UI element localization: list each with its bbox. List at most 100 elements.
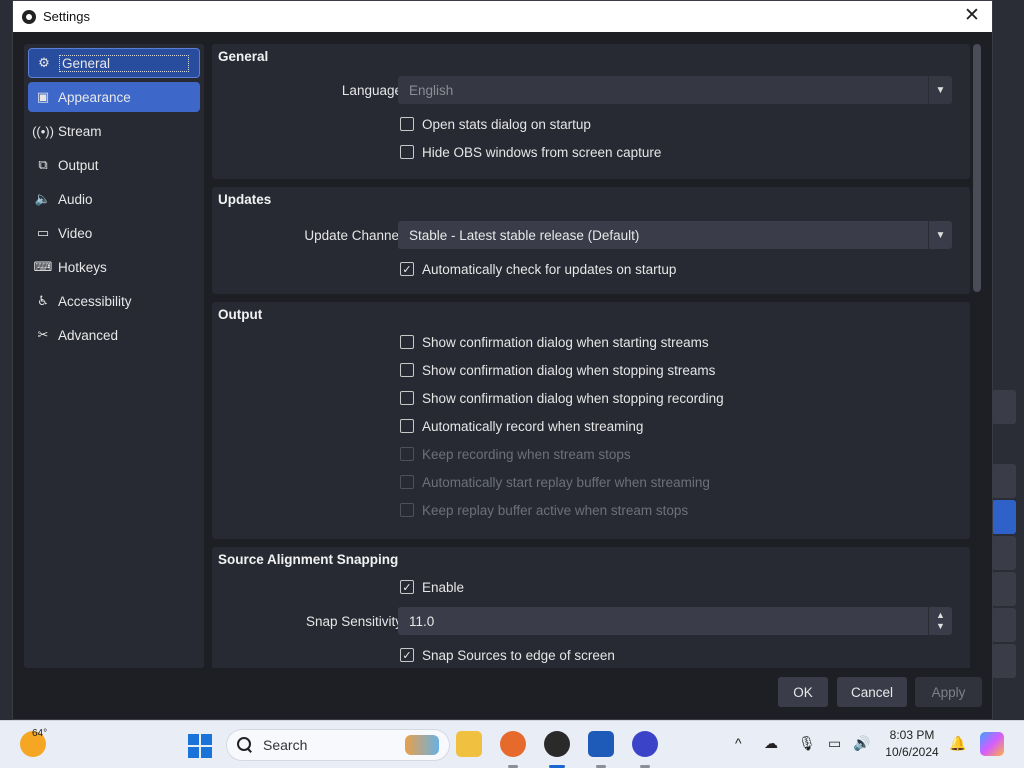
sidebar-item-label: Output bbox=[58, 157, 99, 173]
confirm-stop-recording-checkbox[interactable]: Show confirmation dialog when stopping r… bbox=[400, 391, 724, 406]
sidebar-item-label: Video bbox=[58, 225, 93, 241]
checkbox-label: Show confirmation dialog when stopping r… bbox=[422, 390, 724, 406]
broadcast-icon: ((•)) bbox=[32, 123, 54, 139]
windows-start-icon[interactable] bbox=[188, 734, 212, 758]
firefox-icon[interactable] bbox=[500, 731, 526, 768]
sidebar-item-audio[interactable]: 🔈 Audio bbox=[28, 184, 200, 214]
sidebar-item-label: Appearance bbox=[58, 89, 131, 105]
chevron-up-icon[interactable]: ^ bbox=[735, 735, 742, 751]
search-icon bbox=[237, 737, 253, 753]
obs-studio-icon[interactable] bbox=[544, 731, 570, 768]
cancel-button[interactable]: Cancel bbox=[837, 677, 907, 707]
weather-temperature: 64° bbox=[32, 728, 48, 739]
auto-replay-buffer-checkbox: Automatically start replay buffer when s… bbox=[400, 475, 710, 490]
snapping-group: Source Alignment Snapping ✓ Enable Snap … bbox=[212, 547, 970, 668]
snap-sensitivity-value: 11.0 bbox=[409, 613, 435, 629]
checkbox-label: Enable bbox=[422, 579, 465, 595]
sidebar-item-output[interactable]: ⧉ Output bbox=[28, 150, 200, 180]
checkbox-box bbox=[400, 117, 414, 131]
checkbox-box bbox=[400, 335, 414, 349]
close-icon[interactable]: ✕ bbox=[960, 4, 984, 28]
group-title: General bbox=[218, 49, 269, 64]
sidebar-item-appearance[interactable]: ▣ Appearance bbox=[28, 82, 200, 112]
update-channel-label: Update Channel bbox=[304, 227, 402, 243]
background-dropdown bbox=[992, 390, 1016, 424]
sidebar-item-stream[interactable]: ((•)) Stream bbox=[28, 116, 200, 146]
checkmark-icon: ✓ bbox=[400, 648, 414, 662]
snapping-enable-checkbox[interactable]: ✓ Enable bbox=[400, 580, 464, 595]
chevron-down-icon: ▼ bbox=[928, 221, 952, 249]
notification-bell-icon[interactable]: 🔔 bbox=[949, 735, 966, 752]
snap-sensitivity-label: Snap Sensitivity bbox=[305, 613, 402, 629]
sidebar-item-video[interactable]: ▭ Video bbox=[28, 218, 200, 248]
copilot-icon[interactable] bbox=[980, 732, 1004, 756]
speaker-icon: 🔈 bbox=[34, 191, 52, 206]
content-scrollbar[interactable] bbox=[972, 44, 982, 668]
network-icon[interactable]: ▭ bbox=[828, 735, 841, 752]
background-control bbox=[992, 464, 1016, 498]
checkbox-box bbox=[400, 419, 414, 433]
auto-record-checkbox[interactable]: Automatically record when streaming bbox=[400, 419, 643, 434]
hide-obs-checkbox[interactable]: Hide OBS windows from screen capture bbox=[400, 145, 661, 160]
update-channel-select[interactable]: Stable - Latest stable release (Default)… bbox=[398, 221, 952, 249]
background-settings-button bbox=[992, 536, 1016, 570]
update-channel-value: Stable - Latest stable release (Default) bbox=[409, 227, 640, 243]
window-title: Settings bbox=[43, 9, 90, 24]
spin-buttons[interactable]: ▲ ▼ bbox=[928, 607, 952, 635]
chevron-down-icon[interactable]: ▼ bbox=[936, 621, 945, 632]
system-clock[interactable]: 8:03 PM 10/6/2024 bbox=[880, 727, 944, 761]
title-bar: Settings ✕ bbox=[13, 1, 992, 32]
sidebar-item-hotkeys[interactable]: ⌨ Hotkeys bbox=[28, 252, 200, 282]
background-window-left bbox=[0, 0, 12, 720]
group-title: Output bbox=[218, 307, 263, 322]
checkbox-label: Keep recording when stream stops bbox=[422, 446, 631, 462]
microphone-icon[interactable]: 🎙 bbox=[798, 735, 816, 752]
palette-icon: ▣ bbox=[36, 89, 50, 104]
search-highlight-image bbox=[405, 735, 439, 755]
checkbox-box bbox=[400, 391, 414, 405]
checkmark-icon: ✓ bbox=[400, 580, 414, 594]
output-icon: ⧉ bbox=[38, 157, 48, 172]
checkbox-label: Automatically start replay buffer when s… bbox=[422, 474, 710, 490]
language-label: Language bbox=[341, 82, 402, 98]
file-explorer-icon[interactable] bbox=[456, 731, 482, 757]
monitor-icon: ▭ bbox=[36, 225, 50, 240]
confirm-stop-stream-checkbox[interactable]: Show confirmation dialog when stopping s… bbox=[400, 363, 715, 378]
volume-icon[interactable]: 🔊 bbox=[853, 735, 870, 752]
open-stats-checkbox[interactable]: Open stats dialog on startup bbox=[400, 117, 591, 132]
group-title: Source Alignment Snapping bbox=[218, 552, 399, 567]
snap-sensitivity-spinbox[interactable]: 11.0 ▲ ▼ bbox=[398, 607, 952, 635]
chevron-up-icon[interactable]: ▲ bbox=[936, 610, 945, 621]
language-select[interactable]: English ▼ bbox=[398, 76, 952, 104]
sidebar-item-advanced[interactable]: ✂ Advanced bbox=[28, 320, 200, 350]
ok-button[interactable]: OK bbox=[778, 677, 828, 707]
taskbar-search-box[interactable]: Search bbox=[226, 729, 450, 761]
cloud-sync-icon[interactable]: ☁ bbox=[764, 735, 778, 752]
sidebar-item-general[interactable]: ⚙ General bbox=[28, 48, 200, 78]
background-window-right bbox=[992, 0, 1024, 720]
checkbox-label: Hide OBS windows from screen capture bbox=[422, 144, 662, 160]
output-group: Output Show confirmation dialog when sta… bbox=[212, 302, 970, 539]
sidebar-item-accessibility[interactable]: ♿ Accessibility bbox=[28, 286, 200, 316]
headphones-app-icon[interactable] bbox=[632, 731, 658, 768]
checkbox-box bbox=[400, 447, 414, 461]
app-icon[interactable] bbox=[588, 731, 614, 768]
background-control bbox=[992, 608, 1016, 642]
settings-content: General Language English ▼ Open stats di… bbox=[212, 44, 970, 668]
confirm-start-stream-checkbox[interactable]: Show confirmation dialog when starting s… bbox=[400, 335, 709, 350]
apply-button[interactable]: Apply bbox=[915, 677, 982, 707]
scrollbar-thumb[interactable] bbox=[973, 44, 981, 292]
checkbox-label: Show confirmation dialog when stopping s… bbox=[422, 362, 716, 378]
settings-window: Settings ✕ ⚙ General ▣ Appearance ((•)) … bbox=[12, 0, 993, 720]
accessibility-icon: ♿ bbox=[37, 293, 49, 308]
sidebar-item-label: General bbox=[59, 54, 189, 72]
tools-icon: ✂ bbox=[37, 327, 49, 342]
search-placeholder: Search bbox=[263, 737, 308, 753]
keyboard-icon: ⌨ bbox=[33, 259, 53, 274]
snap-to-edge-checkbox[interactable]: ✓ Snap Sources to edge of screen bbox=[400, 648, 615, 663]
keep-replay-buffer-checkbox: Keep replay buffer active when stream st… bbox=[400, 503, 688, 518]
background-control bbox=[992, 572, 1016, 606]
auto-check-updates-checkbox[interactable]: ✓ Automatically check for updates on sta… bbox=[400, 262, 676, 277]
sidebar-item-label: Stream bbox=[58, 123, 102, 139]
background-active-control bbox=[992, 500, 1016, 534]
